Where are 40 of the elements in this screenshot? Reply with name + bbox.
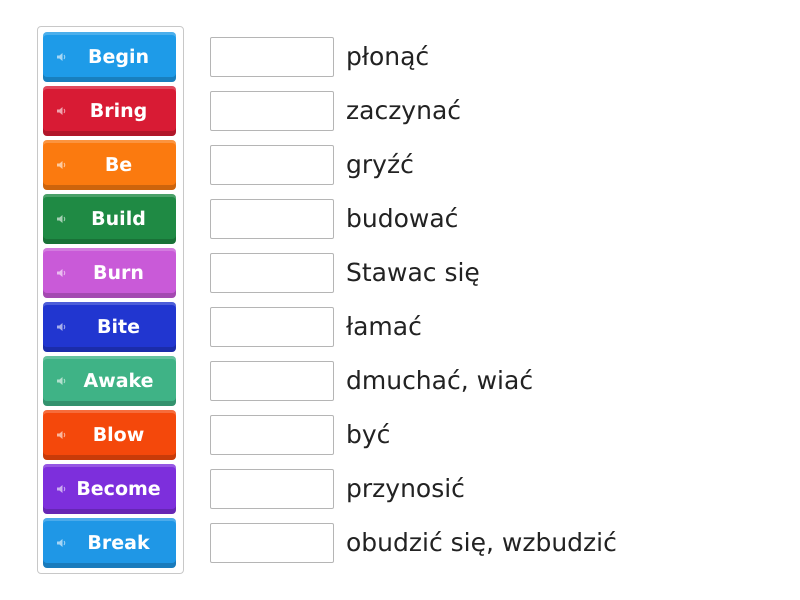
definition-text: Stawac się [346,257,480,290]
speaker-icon[interactable] [57,430,67,440]
definition-text: dmuchać, wiać [346,365,534,398]
definition-text: zaczynać [346,95,462,128]
drop-box[interactable] [210,523,334,563]
definition-text: obudzić się, wzbudzić [346,527,617,560]
definition-text: łamać [346,311,422,344]
speaker-icon[interactable] [57,322,67,332]
definition-text: płonąć [346,41,430,74]
speaker-icon[interactable] [57,214,67,224]
drop-box[interactable] [210,253,334,293]
drop-box[interactable] [210,91,334,131]
drop-box[interactable] [210,37,334,77]
speaker-icon[interactable] [57,106,67,116]
word-tile[interactable]: Burn [43,248,176,298]
definition-text: być [346,419,390,452]
drop-box[interactable] [210,145,334,185]
drop-box[interactable] [210,415,334,455]
word-tile[interactable]: Be [43,140,176,190]
drop-box[interactable] [210,307,334,347]
speaker-icon[interactable] [57,376,67,386]
word-tile[interactable]: Become [43,464,176,514]
word-tile[interactable]: Break [43,518,176,568]
word-tile[interactable]: Bring [43,86,176,136]
word-tile[interactable]: Awake [43,356,176,406]
definition-text: gryźć [346,149,414,182]
drop-box[interactable] [210,469,334,509]
speaker-icon[interactable] [57,160,67,170]
word-tile[interactable]: Begin [43,32,176,82]
speaker-icon[interactable] [57,268,67,278]
word-tile[interactable]: Build [43,194,176,244]
drop-box[interactable] [210,199,334,239]
speaker-icon[interactable] [57,484,67,494]
definition-text: budować [346,203,458,236]
word-tile[interactable]: Bite [43,302,176,352]
speaker-icon[interactable] [57,52,67,62]
definition-text: przynosić [346,473,465,506]
drop-box[interactable] [210,361,334,401]
word-tile[interactable]: Blow [43,410,176,460]
speaker-icon[interactable] [57,538,67,548]
